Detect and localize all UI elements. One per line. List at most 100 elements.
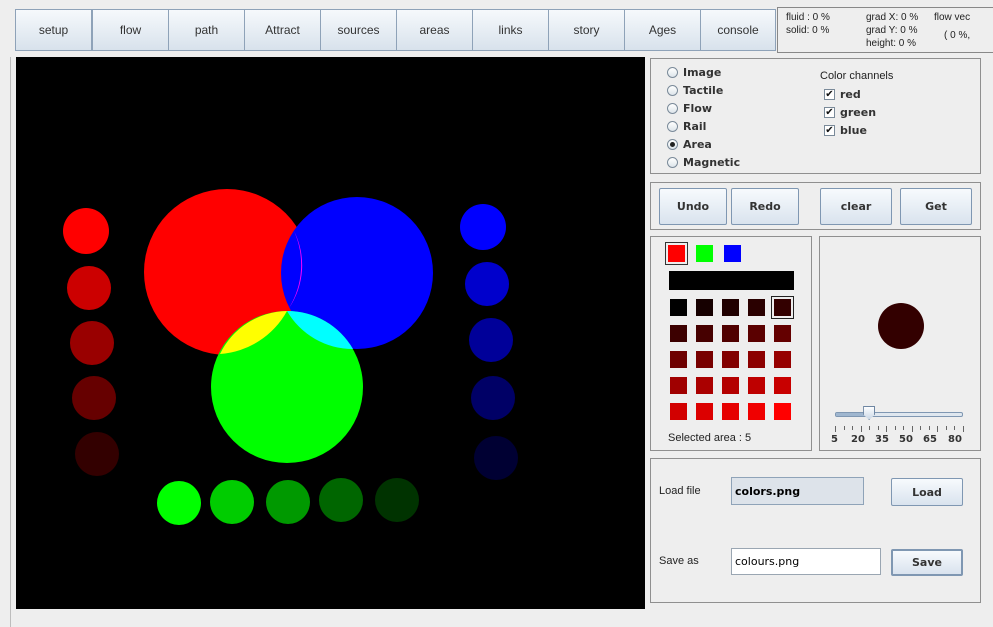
slider-tick	[860, 426, 862, 432]
tab-flow[interactable]: flow	[92, 9, 169, 51]
blue-dot-1	[460, 204, 506, 250]
primary-swatch-0[interactable]	[665, 242, 688, 265]
slider-thumb[interactable]	[863, 406, 876, 420]
slider-scale-label: 5	[831, 434, 838, 445]
tab-setup[interactable]: setup	[15, 9, 92, 51]
radio-indicator-icon	[667, 139, 678, 150]
get-button[interactable]: Get	[900, 188, 972, 225]
palette-swatch[interactable]	[748, 351, 765, 368]
palette-swatch[interactable]	[774, 403, 791, 420]
brush-size-slider[interactable]	[833, 405, 965, 425]
palette-swatch[interactable]	[670, 403, 687, 420]
slider-tick	[852, 426, 853, 430]
channel-checkbox-green[interactable]: ✔ green	[824, 106, 876, 119]
palette-swatch[interactable]	[722, 377, 739, 394]
primary-swatch-2[interactable]	[724, 245, 741, 262]
palette-swatch[interactable]	[722, 351, 739, 368]
flow-pct-readout: ( 0 %,	[944, 30, 971, 41]
height-readout: height: 0 %	[866, 38, 917, 49]
tab-story[interactable]: story	[548, 9, 625, 51]
mode-radio-image[interactable]: Image	[667, 66, 721, 79]
blue-dot-5	[474, 436, 518, 480]
palette-swatch[interactable]	[670, 325, 687, 342]
palette-swatch[interactable]	[722, 325, 739, 342]
solid-readout: solid: 0 %	[786, 25, 830, 36]
slider-tick	[835, 426, 836, 432]
mode-label: Area	[683, 138, 712, 151]
brush-preview-dot	[878, 303, 924, 349]
palette-swatch[interactable]	[696, 299, 713, 316]
load-file-field[interactable]: colors.png	[731, 477, 864, 505]
radio-indicator-icon	[667, 67, 678, 78]
channel-checkbox-blue[interactable]: ✔ blue	[824, 124, 867, 137]
primary-swatch-1[interactable]	[696, 245, 713, 262]
palette-swatch[interactable]	[748, 299, 765, 316]
palette-swatch[interactable]	[722, 403, 739, 420]
load-button[interactable]: Load	[891, 478, 963, 506]
tab-sources[interactable]: sources	[320, 9, 397, 51]
blue-dot-4	[471, 376, 515, 420]
slider-scale-label: 35	[875, 434, 889, 445]
mode-label: Image	[683, 66, 722, 79]
drawing-canvas[interactable]	[16, 57, 645, 609]
tab-attract[interactable]: Attract	[244, 9, 321, 51]
palette-swatch[interactable]	[774, 325, 791, 342]
fluid-readout: fluid : 0 %	[786, 12, 830, 23]
mode-label: Tactile	[683, 84, 724, 97]
checkmark-icon: ✔	[824, 125, 835, 136]
redo-button[interactable]: Redo	[731, 188, 799, 225]
palette-swatch[interactable]	[696, 403, 713, 420]
slider-tick	[911, 426, 913, 432]
mode-radio-area[interactable]: Area	[667, 138, 712, 151]
grad-x-readout: grad X: 0 %	[866, 12, 919, 23]
slider-scale-label: 50	[899, 434, 913, 445]
actions-panel: Undo Redo clear Get	[650, 182, 981, 230]
canvas-image	[63, 189, 518, 525]
selected-area-label: Selected area : 5	[668, 432, 752, 444]
slider-scale-label: 20	[851, 434, 865, 445]
slider-tick	[894, 426, 896, 430]
mode-label: Magnetic	[683, 156, 741, 169]
palette-swatch[interactable]	[748, 403, 765, 420]
red-dot-1	[63, 208, 109, 254]
tab-console[interactable]: console	[700, 9, 776, 51]
mode-radio-rail[interactable]: Rail	[667, 120, 706, 133]
palette-swatch[interactable]	[670, 299, 687, 316]
palette-swatch[interactable]	[696, 325, 713, 342]
red-dot-2	[67, 266, 111, 310]
mode-radio-tactile[interactable]: Tactile	[667, 84, 723, 97]
save-button[interactable]: Save	[891, 549, 963, 576]
tab-links[interactable]: links	[472, 9, 549, 51]
tab-path[interactable]: path	[168, 9, 245, 51]
undo-button[interactable]: Undo	[659, 188, 727, 225]
channel-checkbox-red[interactable]: ✔ red	[824, 88, 861, 101]
radio-indicator-icon	[667, 85, 678, 96]
flow-vec-readout: flow vec	[934, 12, 971, 23]
palette-swatch[interactable]	[748, 377, 765, 394]
save-as-field[interactable]: colours.png	[731, 548, 881, 575]
clear-button[interactable]: clear	[820, 188, 892, 225]
slider-tick	[962, 426, 964, 432]
palette-swatch[interactable]	[774, 377, 791, 394]
green-dot-2	[210, 480, 254, 524]
palette-swatch[interactable]	[670, 377, 687, 394]
palette-swatch[interactable]	[774, 351, 791, 368]
palette-swatch[interactable]	[696, 351, 713, 368]
mode-radio-magnetic[interactable]: Magnetic	[667, 156, 740, 169]
slider-tick	[928, 426, 930, 430]
palette-swatch[interactable]	[670, 351, 687, 368]
green-dot-4	[319, 478, 363, 522]
palette-swatch[interactable]	[722, 299, 739, 316]
mode-radio-flow[interactable]: Flow	[667, 102, 712, 115]
palette-swatch[interactable]	[748, 325, 765, 342]
palette-swatch[interactable]	[696, 377, 713, 394]
tab-ages[interactable]: Ages	[624, 9, 701, 51]
status-readout: fluid : 0 % solid: 0 % grad X: 0 % grad …	[777, 7, 993, 53]
checkmark-icon: ✔	[824, 89, 835, 100]
slider-tick	[920, 426, 921, 430]
green-dot-1	[157, 481, 201, 525]
tab-areas[interactable]: areas	[396, 9, 473, 51]
palette-swatch[interactable]	[771, 296, 794, 319]
radio-indicator-icon	[667, 157, 678, 168]
blue-dot-3	[469, 318, 513, 362]
